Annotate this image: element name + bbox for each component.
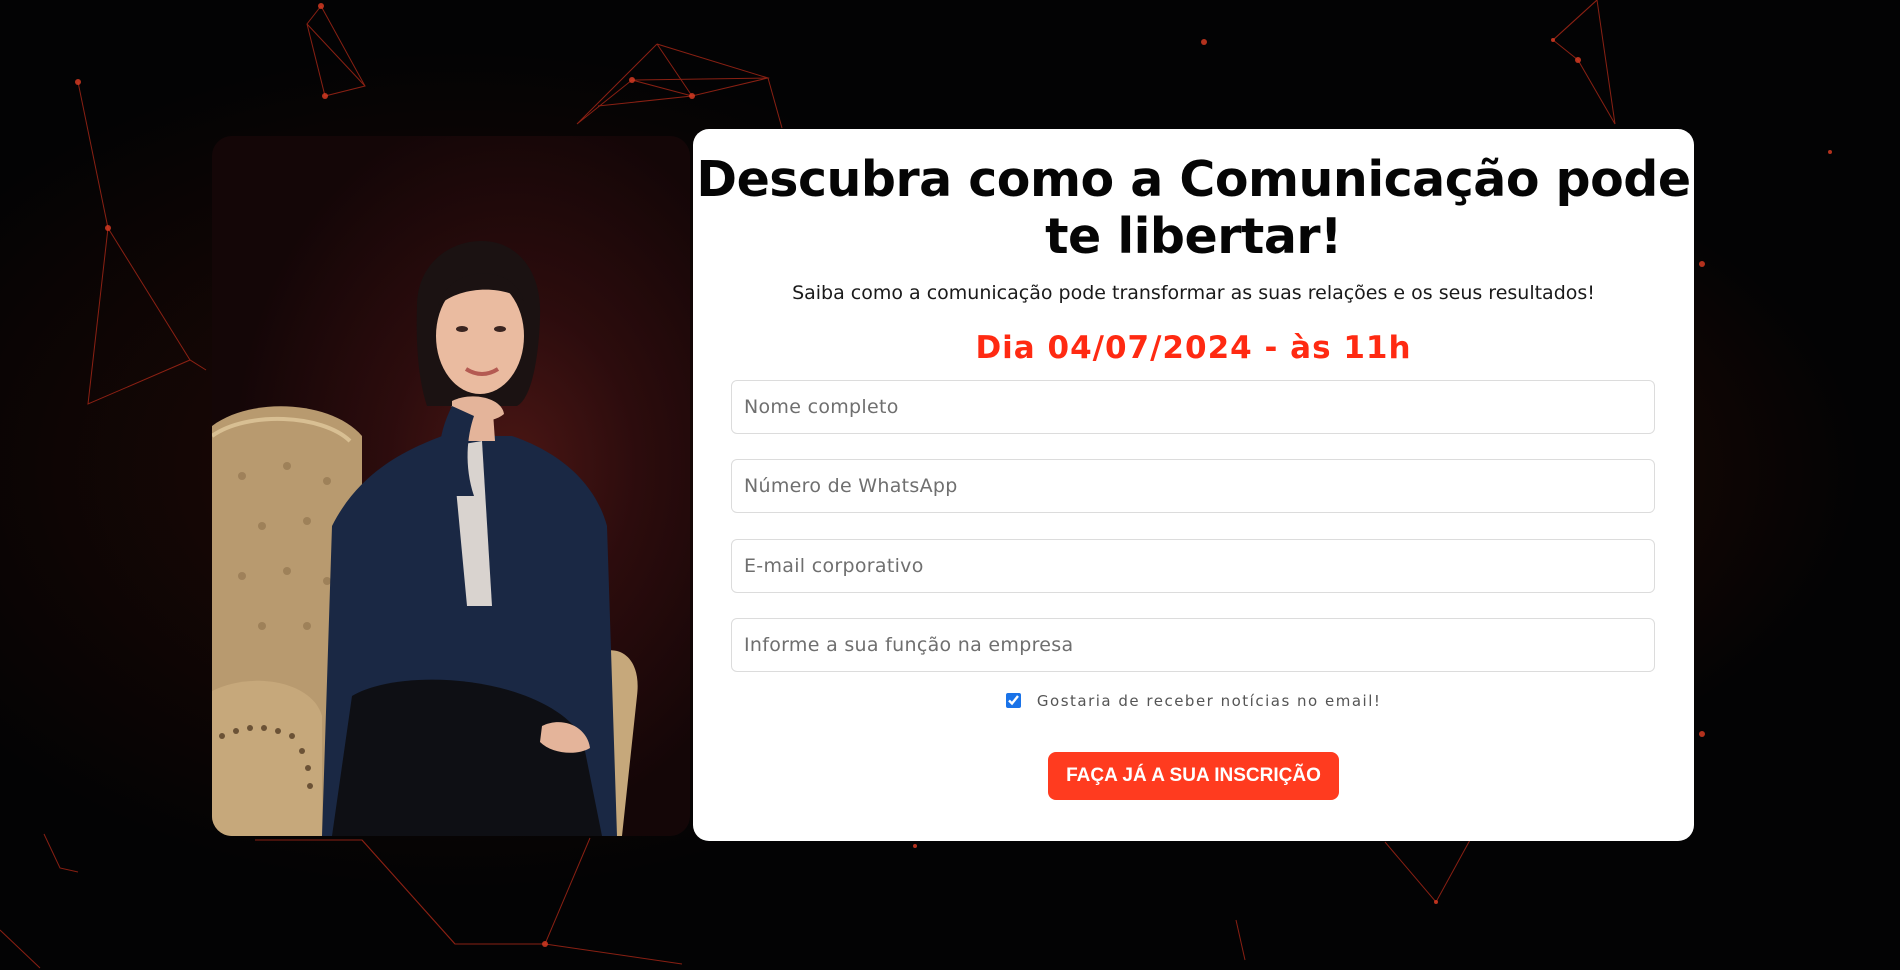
submit-button[interactable]: FAÇA JÁ A SUA INSCRIÇÃO (1048, 752, 1339, 800)
speaker-portrait-illustration (212, 241, 638, 836)
whatsapp-input[interactable] (731, 459, 1655, 513)
email-input[interactable] (731, 539, 1655, 593)
name-input[interactable] (731, 380, 1655, 434)
newsletter-consent: Gostaria de receber notícias no email! (693, 692, 1694, 710)
newsletter-checkbox-label[interactable]: Gostaria de receber notícias no email! (1037, 692, 1381, 710)
page-subtitle: Saiba como a comunicação pode transforma… (792, 282, 1595, 304)
speaker-photo (212, 136, 690, 836)
newsletter-checkbox[interactable] (1005, 693, 1021, 708)
event-date: Dia 04/07/2024 - às 11h (975, 330, 1412, 366)
role-input[interactable] (731, 618, 1655, 672)
page-title: Descubra como a Comunicação pode te libe… (696, 151, 1691, 265)
signup-card: Descubra como a Comunicação pode te libe… (693, 129, 1694, 841)
